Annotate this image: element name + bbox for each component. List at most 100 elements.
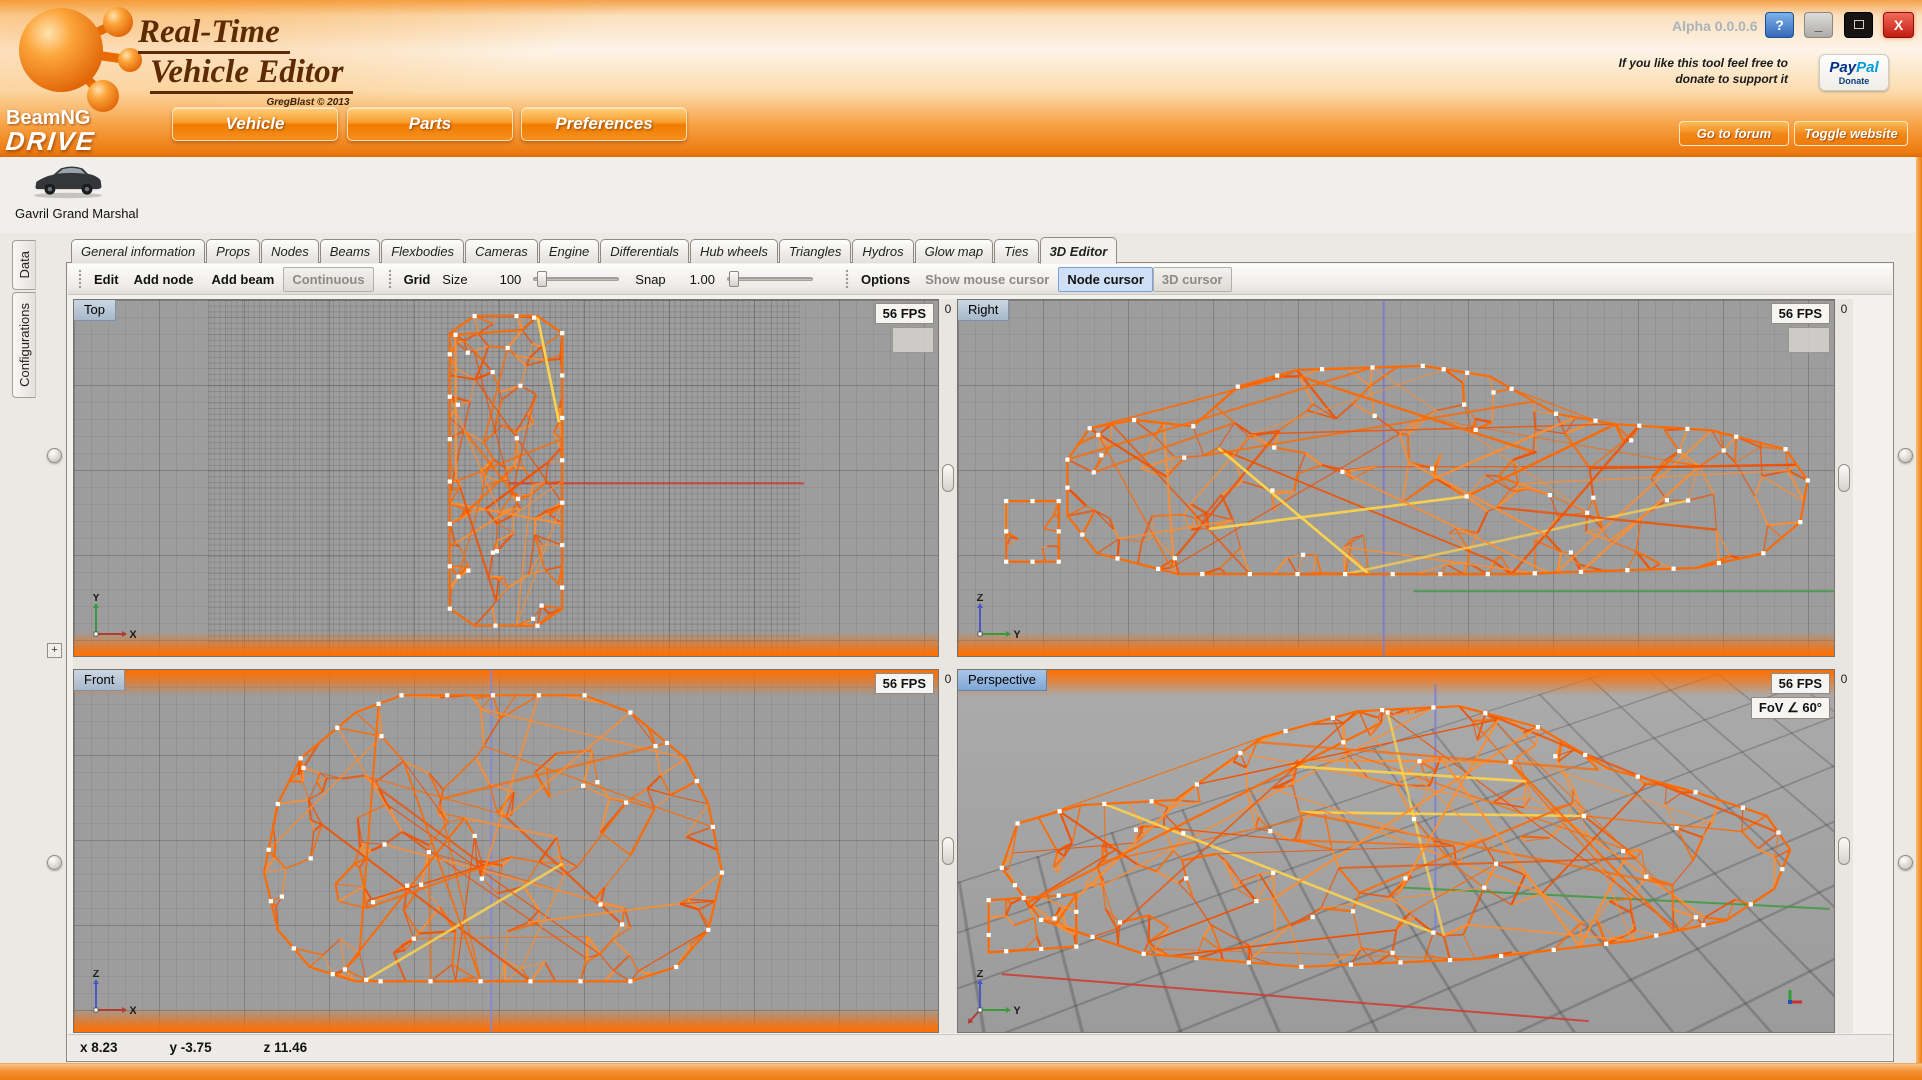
paypal-donate-label: Donate [1839, 76, 1870, 86]
splitter-plus-button[interactable]: + [47, 643, 62, 658]
status-bar: x 8.23 y -3.75 z 11.46 [68, 1034, 1892, 1060]
viewport-side-column[interactable]: 0 [1835, 669, 1853, 1033]
slider-thumb[interactable] [537, 271, 547, 287]
continuous-toggle[interactable]: Continuous [283, 267, 373, 292]
brand-text: BeamNG DRIVE [6, 108, 146, 154]
wireframe-perspective-view [958, 670, 1834, 1032]
world-origin-icon [1784, 986, 1806, 1008]
maximize-icon [1854, 20, 1864, 29]
viewport-front[interactable]: Front 56 FPS ZX [73, 669, 939, 1033]
donate-text: If you like this tool feel free to donat… [1619, 56, 1788, 87]
tab-glow-map[interactable]: Glow map [915, 239, 994, 263]
tab-engine[interactable]: Engine [539, 239, 599, 263]
vehicle-strip: Gavril Grand Marshal [0, 157, 1922, 233]
scroll-value: 0 [1835, 302, 1853, 316]
vehicle-name: Gavril Grand Marshal [15, 206, 139, 221]
svg-text:X: X [129, 629, 136, 641]
scroll-thumb[interactable] [1898, 448, 1913, 463]
viewport-area: Top 56 FPS YX 0 Right 56 FPS [73, 299, 1853, 1033]
wireframe-top-view [74, 300, 938, 656]
snap-value: 1.00 [690, 272, 715, 287]
main-panel: General information Props Nodes Beams Fl… [66, 236, 1894, 1062]
version-label: Alpha 0.0.0.6 [1672, 18, 1758, 34]
tab-general-information[interactable]: General information [71, 239, 205, 263]
node-cursor-toggle[interactable]: Node cursor [1058, 267, 1153, 292]
preferences-button[interactable]: Preferences [521, 107, 687, 141]
viewport-title: Right [958, 300, 1009, 321]
scroll-thumb[interactable] [47, 855, 62, 870]
donate-line1: If you like this tool feel free to [1619, 56, 1788, 72]
window-bottom-edge [0, 1063, 1922, 1080]
axis-gizmo: YX [82, 594, 136, 648]
svg-text:Z: Z [977, 594, 984, 604]
tab-props[interactable]: Props [206, 239, 260, 263]
side-tab-data[interactable]: Data [12, 240, 36, 290]
maximize-button[interactable] [1844, 12, 1873, 38]
viewport-side-column[interactable]: 0 [1835, 299, 1853, 657]
help-button[interactable]: ? [1765, 12, 1794, 38]
fps-counter: 56 FPS [875, 673, 934, 694]
cursor-3d-toggle[interactable]: 3D cursor [1153, 267, 1232, 292]
right-scrollbar [1897, 240, 1914, 1058]
tab-ties[interactable]: Ties [994, 239, 1038, 263]
add-node-button[interactable]: Add node [125, 267, 203, 292]
viewport-perspective[interactable]: Perspective 56 FPS FoV ∠ 60° ZYX [957, 669, 1835, 1033]
splitter-thumb[interactable] [1838, 837, 1850, 865]
title-line1: Real-Time [138, 14, 290, 54]
svg-text:Y: Y [92, 594, 100, 604]
scroll-value: 0 [939, 672, 957, 686]
fps-counter: 56 FPS [875, 303, 934, 324]
size-value: 100 [500, 272, 522, 287]
tab-cameras[interactable]: Cameras [465, 239, 538, 263]
add-beam-button[interactable]: Add beam [203, 267, 284, 292]
splitter-thumb[interactable] [942, 837, 954, 865]
options-label: Options [861, 272, 910, 287]
minimize-button[interactable]: _ [1804, 12, 1833, 38]
viewport-right[interactable]: Right 56 FPS ZY [957, 299, 1835, 657]
parts-button[interactable]: Parts [347, 107, 513, 141]
tab-nodes[interactable]: Nodes [261, 239, 319, 263]
slider-thumb[interactable] [729, 271, 739, 287]
viewport-top[interactable]: Top 56 FPS YX [73, 299, 939, 657]
viewport-corner-box [892, 327, 934, 353]
axis-gizmo: ZYX [966, 970, 1020, 1024]
paypal-logo: PayPal [1829, 60, 1878, 75]
splitter-thumb[interactable] [942, 464, 954, 492]
tab-flexbodies[interactable]: Flexbodies [381, 239, 464, 263]
scroll-thumb[interactable] [1898, 855, 1913, 870]
toggle-website-button[interactable]: Toggle website [1794, 121, 1908, 146]
side-tab-configurations[interactable]: Configurations [12, 292, 36, 398]
toolbar-grip [388, 269, 392, 289]
tab-beams[interactable]: Beams [320, 239, 380, 263]
close-button[interactable]: X [1883, 12, 1914, 38]
brand-line1: BeamNG [6, 108, 146, 128]
axis-gizmo: ZX [82, 970, 136, 1024]
scroll-value: 0 [939, 302, 957, 316]
tab-triangles[interactable]: Triangles [779, 239, 852, 263]
snap-slider[interactable] [727, 270, 813, 288]
coord-z: z 11.46 [264, 1040, 308, 1055]
vehicle-thumbnail[interactable] [30, 160, 106, 202]
viewport-splitter-vertical[interactable]: 0 [939, 299, 957, 657]
fps-counter: 56 FPS [1771, 673, 1830, 694]
viewport-corner-box [1788, 327, 1830, 353]
show-mouse-cursor-toggle[interactable]: Show mouse cursor [916, 267, 1058, 292]
tab-3d-editor[interactable]: 3D Editor [1040, 237, 1118, 264]
viewport-splitter-vertical[interactable]: 0 [939, 669, 957, 1033]
coord-y: y -3.75 [170, 1040, 212, 1055]
paypal-donate-button[interactable]: PayPal Donate [1819, 54, 1889, 91]
fov-label: FoV ∠ 60° [1751, 697, 1830, 719]
vehicle-button[interactable]: Vehicle [172, 107, 338, 141]
splitter-thumb[interactable] [1838, 464, 1850, 492]
size-slider[interactable] [533, 270, 619, 288]
go-to-forum-button[interactable]: Go to forum [1679, 121, 1789, 146]
tab-differentials[interactable]: Differentials [600, 239, 689, 263]
tab-hydros[interactable]: Hydros [852, 239, 913, 263]
brand-line2: DRIVE [5, 128, 148, 154]
fps-counter: 56 FPS [1771, 303, 1830, 324]
viewport-splitter-horizontal[interactable] [73, 657, 1853, 669]
scroll-thumb[interactable] [47, 448, 62, 463]
grid-label: Grid [404, 272, 431, 287]
title-line2: Vehicle Editor [150, 54, 353, 94]
tab-hub-wheels[interactable]: Hub wheels [690, 239, 778, 263]
